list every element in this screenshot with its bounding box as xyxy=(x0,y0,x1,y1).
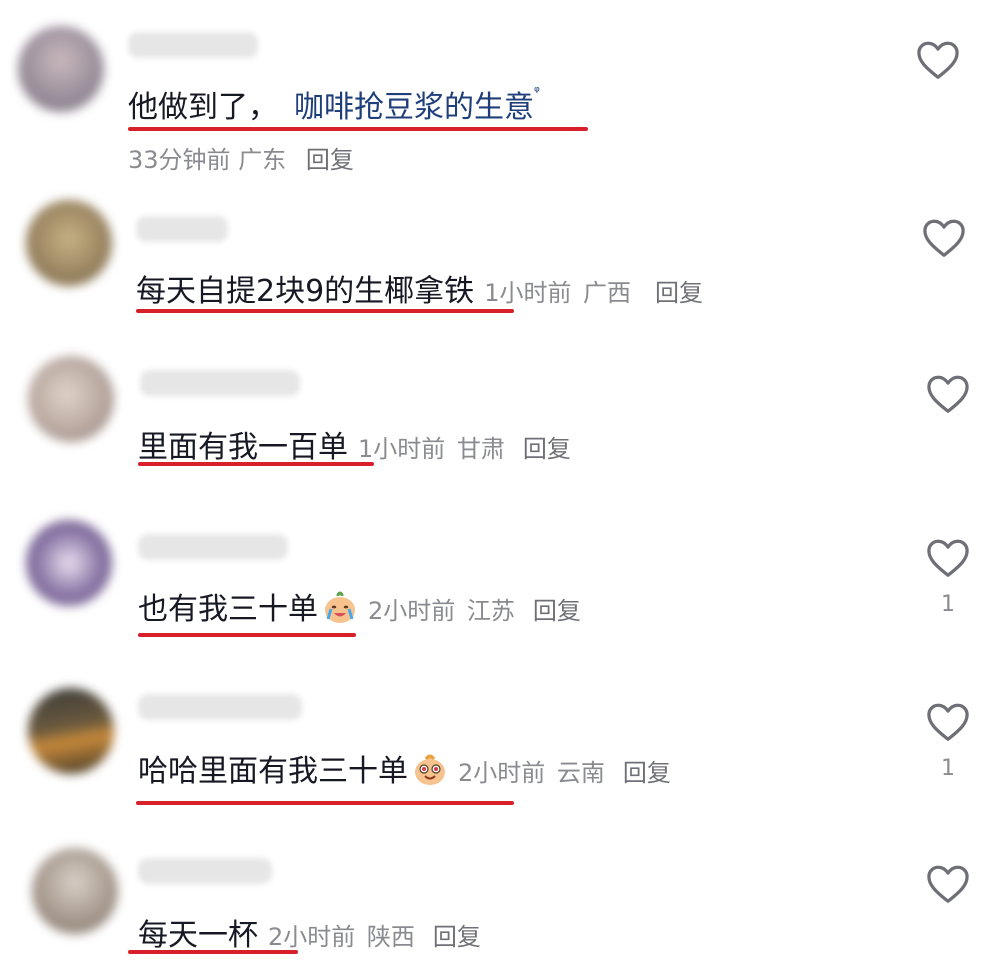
comment-body: 里面有我一百单 xyxy=(138,430,348,465)
username-blurred[interactable] xyxy=(138,858,272,884)
heart-icon[interactable] xyxy=(926,864,970,904)
comment-location: 陕西 xyxy=(366,923,415,951)
reply-button[interactable]: 回复 xyxy=(533,597,581,625)
comment-meta: 33分钟前 广东 回复 xyxy=(128,140,354,175)
heart-icon[interactable] xyxy=(916,40,960,80)
reply-button[interactable]: 回复 xyxy=(306,146,354,174)
comment-text: 每天自提2块9的生椰拿铁 1小时前 广西 回复 xyxy=(136,266,703,310)
comment-time: 2小时前 xyxy=(368,597,456,625)
comment-body: 也有我三十单 xyxy=(138,592,318,627)
heart-icon[interactable] xyxy=(922,218,966,258)
comment-text: 他做到了， 咖啡抢豆浆的生意ᵠ xyxy=(128,82,540,126)
comment-time: 1小时前 xyxy=(358,435,446,463)
username-blurred[interactable] xyxy=(136,216,228,242)
comment-body: 每天自提2块9的生椰拿铁 xyxy=(136,274,475,309)
reply-button[interactable]: 回复 xyxy=(433,923,481,951)
reply-button[interactable]: 回复 xyxy=(623,759,671,787)
avatar[interactable] xyxy=(26,200,112,286)
heart-icon[interactable] xyxy=(926,374,970,414)
username-blurred[interactable] xyxy=(128,32,258,58)
red-underline xyxy=(128,127,588,131)
comment-location: 广西 xyxy=(583,279,632,307)
comment-text: 每天一杯 2小时前 陕西 回复 xyxy=(138,910,481,954)
reply-button[interactable]: 回复 xyxy=(523,435,571,463)
avatar[interactable] xyxy=(28,356,114,442)
avatar[interactable] xyxy=(26,520,112,606)
comment-body: 每天一杯 xyxy=(138,918,258,953)
crying-laugh-emoji xyxy=(325,591,355,623)
like-count: 1 xyxy=(941,756,955,781)
comment-time: 33分钟前 xyxy=(128,146,231,174)
comment-location: 云南 xyxy=(556,759,605,787)
red-underline xyxy=(138,462,374,466)
comment-text: 哈哈里面有我三十单 2小时前 云南 回复 xyxy=(138,746,671,790)
like-count: 1 xyxy=(941,592,955,617)
comment-time: 2小时前 xyxy=(268,923,356,951)
comment-location: 甘肃 xyxy=(456,435,505,463)
reply-button[interactable]: 回复 xyxy=(655,279,703,307)
avatar[interactable] xyxy=(18,26,104,112)
starry-eyes-emoji xyxy=(415,754,445,785)
comment-text: 也有我三十单 2小时前 江苏 回复 xyxy=(138,584,581,628)
comment-time: 2小时前 xyxy=(458,759,546,787)
red-underline xyxy=(128,950,298,954)
red-underline xyxy=(138,633,356,637)
avatar[interactable] xyxy=(28,688,114,774)
red-underline xyxy=(136,801,514,805)
search-icon: ᵠ xyxy=(534,84,540,100)
avatar[interactable] xyxy=(32,848,118,934)
username-blurred[interactable] xyxy=(140,370,300,396)
heart-icon[interactable] xyxy=(926,538,970,578)
heart-icon[interactable] xyxy=(926,702,970,742)
comment-time: 1小时前 xyxy=(484,279,572,307)
red-underline xyxy=(136,309,514,313)
comment-location: 江苏 xyxy=(466,597,515,625)
comment-text: 里面有我一百单 1小时前 甘肃 回复 xyxy=(138,422,571,466)
comment-body: 哈哈里面有我三十单 xyxy=(138,754,408,789)
username-blurred[interactable] xyxy=(138,534,288,560)
search-link[interactable]: 咖啡抢豆浆的生意ᵠ xyxy=(294,84,540,125)
username-blurred[interactable] xyxy=(138,694,302,720)
comment-location: 广东 xyxy=(238,146,287,174)
comment-body: 他做到了， xyxy=(128,90,278,125)
